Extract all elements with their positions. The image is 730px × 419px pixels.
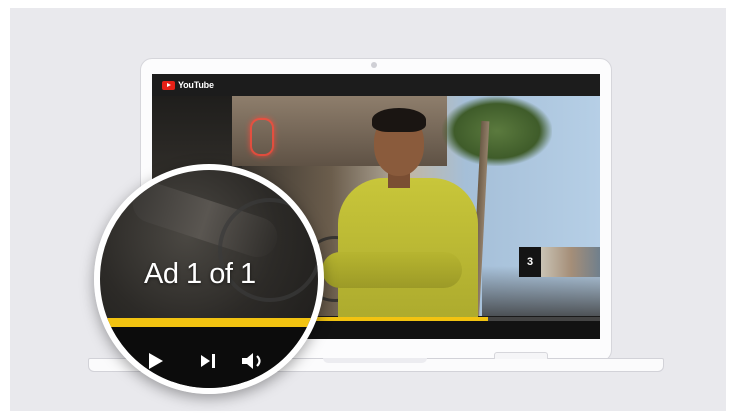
- brand-name: YouTube: [178, 80, 214, 90]
- play-icon: [149, 353, 163, 369]
- player-top-bar: YouTube: [152, 74, 600, 96]
- laptop-base-tab: [494, 352, 548, 359]
- neon-sign: [250, 118, 274, 156]
- next-video-thumbnail[interactable]: 3: [519, 247, 600, 277]
- ad-counter-label: Ad 1 of 1: [144, 258, 256, 290]
- play-button[interactable]: [144, 349, 168, 373]
- ad-progress-bar[interactable]: [100, 318, 318, 327]
- skip-next-bar: [212, 354, 215, 368]
- skip-next-icon: [201, 355, 210, 367]
- laptop-camera: [371, 62, 377, 68]
- youtube-logo-icon: [162, 80, 175, 90]
- person-arms: [322, 252, 462, 288]
- volume-button[interactable]: [240, 349, 268, 373]
- thumbnail-image: [541, 247, 600, 277]
- person-hair: [372, 108, 426, 132]
- laptop-base-notch: [323, 358, 427, 363]
- youtube-logo[interactable]: YouTube: [162, 80, 214, 90]
- volume-icon: [242, 353, 261, 369]
- skip-next-button[interactable]: [196, 349, 220, 373]
- person: [322, 106, 478, 339]
- thumbnail-count: 3: [526, 256, 534, 268]
- zoom-magnifier: Ad 1 of 1: [94, 164, 324, 394]
